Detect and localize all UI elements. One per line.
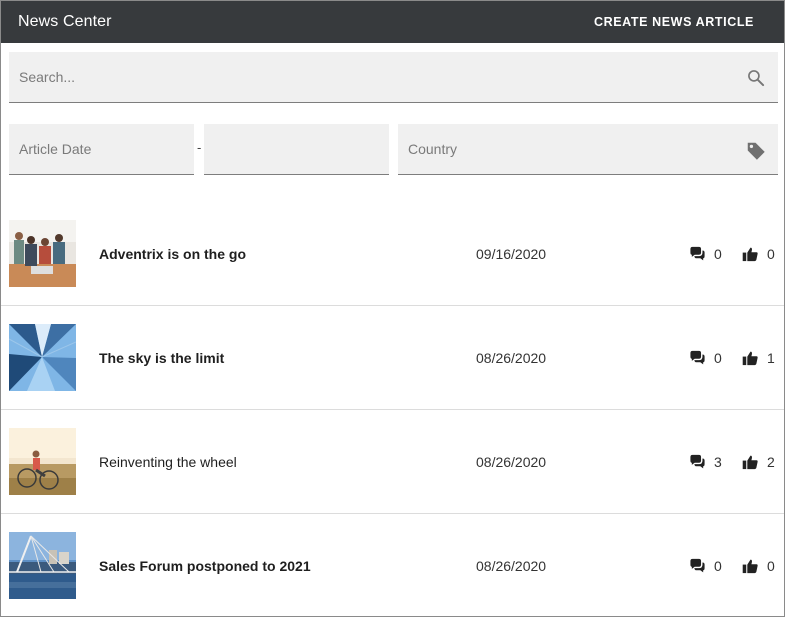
article-date: 09/16/2020 — [476, 246, 547, 262]
comments-icon — [690, 454, 705, 469]
app-title: News Center — [18, 13, 112, 30]
article-thumbnail-cyclist — [9, 428, 76, 495]
news-center-window: News Center CREATE NEWS ARTICLE - — [0, 0, 785, 617]
top-bar: News Center CREATE NEWS ARTICLE — [1, 1, 784, 43]
article-thumbnail-bridge-city — [9, 532, 76, 599]
date-range-separator: - — [197, 140, 202, 155]
comments-count: 0 — [689, 246, 722, 262]
article-list: Adventrix is on the go 09/16/2020 0 0 Th… — [1, 202, 784, 616]
likes-count: 0 — [742, 558, 775, 574]
article-row[interactable]: Reinventing the wheel 08/26/2020 3 2 — [1, 410, 784, 514]
comments-count-value: 3 — [714, 454, 722, 470]
article-date: 08/26/2020 — [476, 558, 547, 574]
thumbs-up-icon[interactable] — [742, 558, 759, 574]
comments-count: 0 — [689, 350, 722, 366]
article-title[interactable]: The sky is the limit — [99, 350, 224, 366]
thumbs-up-icon[interactable] — [742, 350, 759, 366]
search-field — [9, 52, 778, 103]
article-title[interactable]: Adventrix is on the go — [99, 246, 246, 262]
article-date: 08/26/2020 — [476, 350, 547, 366]
country-field — [398, 124, 778, 175]
article-date: 08/26/2020 — [476, 454, 547, 470]
article-row[interactable]: Adventrix is on the go 09/16/2020 0 0 — [1, 202, 784, 306]
article-thumbnail-office-team — [9, 220, 76, 287]
article-thumbnail-skyscrapers — [9, 324, 76, 391]
comments-count-value: 0 — [714, 350, 722, 366]
likes-count: 2 — [742, 454, 775, 470]
likes-count: 0 — [742, 246, 775, 262]
search-input[interactable] — [9, 52, 778, 102]
country-input[interactable] — [398, 124, 778, 174]
create-news-article-button[interactable]: CREATE NEWS ARTICLE — [594, 15, 754, 29]
comments-count-value: 0 — [714, 246, 722, 262]
article-title[interactable]: Sales Forum postponed to 2021 — [99, 558, 311, 574]
article-row[interactable]: The sky is the limit 08/26/2020 0 1 — [1, 306, 784, 410]
comments-icon — [690, 246, 705, 261]
tag-icon[interactable] — [745, 140, 767, 162]
thumbs-up-icon[interactable] — [742, 246, 759, 262]
comments-icon — [690, 558, 705, 573]
likes-count-value: 2 — [767, 454, 775, 470]
article-date-to-field — [204, 124, 389, 175]
article-date-from-input[interactable] — [9, 124, 194, 174]
likes-count-value: 0 — [767, 246, 775, 262]
likes-count-value: 1 — [767, 350, 775, 366]
comments-icon — [690, 350, 705, 365]
likes-count: 1 — [742, 350, 775, 366]
search-icon[interactable] — [746, 68, 766, 88]
article-row[interactable]: Sales Forum postponed to 2021 08/26/2020… — [1, 514, 784, 616]
article-date-from-field — [9, 124, 194, 175]
thumbs-up-icon[interactable] — [742, 454, 759, 470]
article-date-to-input[interactable] — [204, 124, 389, 174]
comments-count: 0 — [689, 558, 722, 574]
article-title[interactable]: Reinventing the wheel — [99, 454, 237, 470]
comments-count-value: 0 — [714, 558, 722, 574]
comments-count: 3 — [689, 454, 722, 470]
likes-count-value: 0 — [767, 558, 775, 574]
